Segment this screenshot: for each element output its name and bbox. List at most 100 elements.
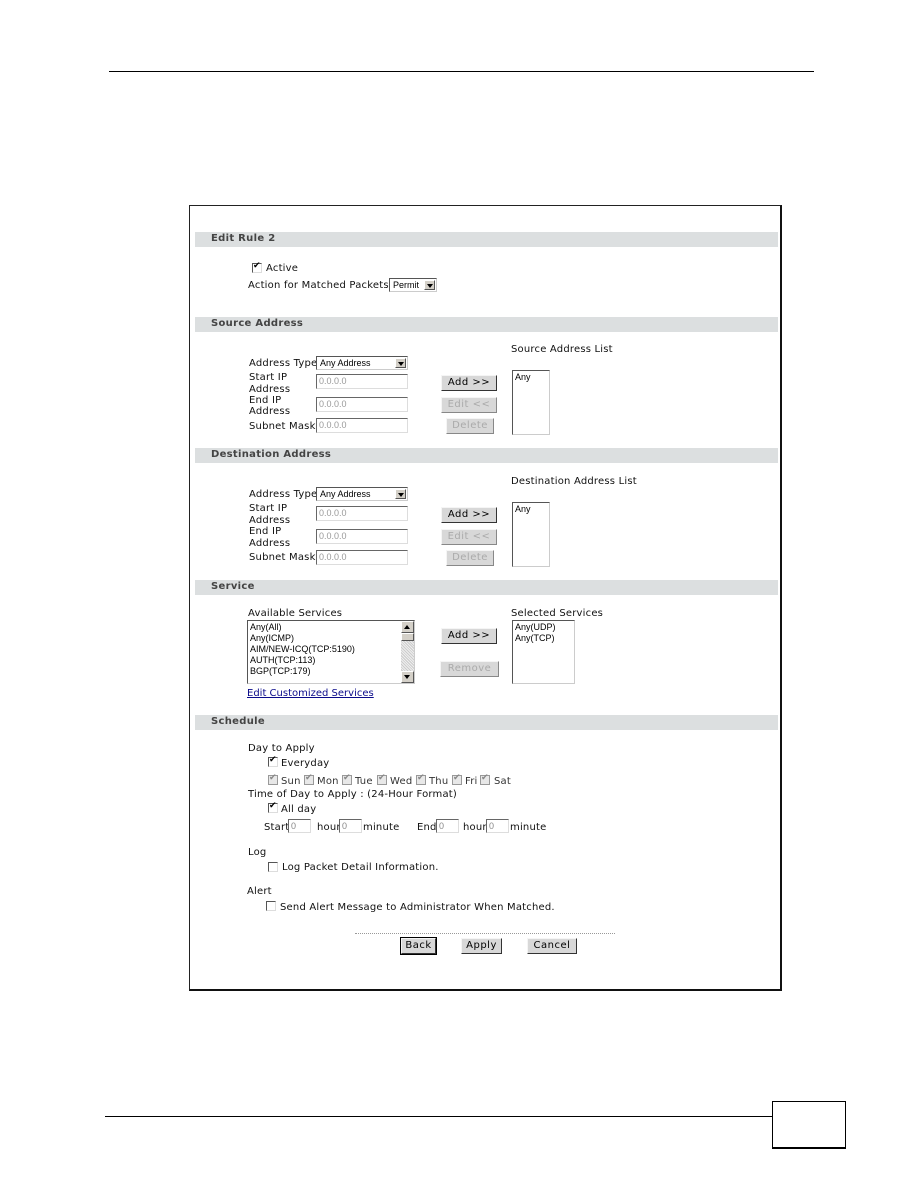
section-header-service: Service [195, 580, 778, 595]
day-label-mon: Mon [317, 776, 339, 787]
alert-checkbox[interactable] [266, 901, 276, 911]
destination-end-ip-label-2: Address [249, 538, 291, 549]
source-address-type-select[interactable]: Any Address [316, 356, 408, 370]
source-edit-button[interactable]: Edit << [441, 397, 497, 413]
destination-address-type-select[interactable]: Any Address [316, 487, 408, 501]
allday-label: All day [281, 804, 317, 815]
available-services-list[interactable]: Any(All) Any(ICMP) AIM/NEW-ICQ(TCP:5190)… [247, 620, 415, 684]
start-hour-input[interactable]: 0 [288, 819, 311, 833]
destination-address-type-label: Address Type [249, 489, 318, 500]
day-label-fri: Fri [465, 776, 478, 787]
end-hour-label: hour [463, 822, 487, 833]
end-minute-input[interactable]: 0 [486, 819, 509, 833]
day-checkbox-sun[interactable] [268, 773, 278, 785]
end-hour-input[interactable]: 0 [436, 819, 459, 833]
section-title: Source Address [211, 318, 304, 329]
section-title: Schedule [211, 716, 265, 727]
destination-end-ip-input[interactable]: 0.0.0.0 [316, 529, 408, 544]
service-add-button[interactable]: Add >> [441, 628, 497, 644]
source-delete-button[interactable]: Delete [446, 418, 494, 434]
list-item[interactable]: Any(TCP) [515, 633, 572, 644]
list-item[interactable]: Any [515, 372, 547, 383]
destination-end-ip-label: End IP [249, 526, 282, 537]
source-end-ip-label-2: Address [249, 406, 291, 417]
selected-services-list[interactable]: Any(UDP) Any(TCP) [512, 620, 575, 684]
scroll-down-icon[interactable] [401, 671, 414, 683]
section-header-edit-rule: Edit Rule 2 [195, 232, 778, 247]
scrollbar[interactable] [401, 621, 414, 683]
action-select[interactable]: Permit [389, 278, 437, 292]
list-item[interactable]: Any(All) [250, 622, 399, 633]
day-checkbox-mon[interactable] [304, 773, 314, 785]
start-minute-label: minute [363, 822, 400, 833]
day-checkbox-fri[interactable] [452, 773, 462, 785]
log-checkbox[interactable] [268, 862, 278, 872]
day-checkbox-tue[interactable] [342, 773, 352, 785]
everyday-checkbox[interactable] [268, 755, 278, 767]
chevron-down-icon [395, 489, 406, 499]
page-footer-rule [105, 1116, 773, 1117]
destination-address-type-value: Any Address [320, 489, 371, 499]
destination-address-list[interactable]: Any [512, 502, 550, 567]
action-label: Action for Matched Packets: [248, 280, 393, 291]
list-item[interactable]: Any(ICMP) [250, 633, 399, 644]
log-option-label: Log Packet Detail Information. [282, 862, 439, 873]
list-item[interactable]: AUTH(TCP:113) [250, 655, 399, 666]
source-subnet-input[interactable]: 0.0.0.0 [316, 418, 408, 433]
destination-list-label: Destination Address List [511, 476, 637, 487]
source-add-button[interactable]: Add >> [441, 375, 497, 391]
source-list-label: Source Address List [511, 344, 613, 355]
allday-checkbox[interactable] [268, 801, 278, 813]
apply-button[interactable]: Apply [461, 938, 502, 954]
scroll-thumb[interactable] [401, 633, 414, 641]
list-item[interactable]: BGP(TCP:179) [250, 666, 399, 677]
destination-subnet-input[interactable]: 0.0.0.0 [316, 550, 408, 565]
active-checkbox[interactable] [252, 261, 262, 273]
service-remove-button[interactable]: Remove [440, 661, 499, 677]
edit-rule-screen: Edit Rule 2 Active Action for Matched Pa… [189, 205, 782, 991]
source-address-type-value: Any Address [320, 358, 371, 368]
day-label-wed: Wed [390, 776, 413, 787]
day-checkbox-thu[interactable] [416, 773, 426, 785]
source-subnet-label: Subnet Mask [249, 421, 316, 432]
source-start-ip-input[interactable]: 0.0.0.0 [316, 374, 408, 389]
day-label-tue: Tue [355, 776, 373, 787]
list-item[interactable]: AIM/NEW-ICQ(TCP:5190) [250, 644, 399, 655]
cancel-button[interactable]: Cancel [527, 938, 577, 954]
section-header-source-address: Source Address [195, 317, 778, 332]
section-header-schedule: Schedule [195, 715, 778, 730]
end-label: End [417, 822, 437, 833]
source-end-ip-input[interactable]: 0.0.0.0 [316, 397, 408, 412]
time-of-day-label: Time of Day to Apply : (24-Hour Format) [248, 789, 458, 800]
chevron-down-icon [424, 280, 435, 290]
destination-start-ip-input[interactable]: 0.0.0.0 [316, 506, 408, 521]
day-checkbox-sat[interactable] [480, 773, 490, 785]
log-label: Log [248, 847, 267, 858]
start-hour-label: hour [317, 822, 341, 833]
section-title: Destination Address [211, 449, 332, 460]
end-minute-label: minute [510, 822, 547, 833]
alert-option-label: Send Alert Message to Administrator When… [280, 902, 555, 913]
alert-label: Alert [247, 886, 272, 897]
start-minute-input[interactable]: 0 [339, 819, 362, 833]
destination-edit-button[interactable]: Edit << [441, 529, 497, 545]
edit-customized-services-link[interactable]: Edit Customized Services [247, 688, 374, 699]
list-item[interactable]: Any(UDP) [515, 622, 572, 633]
source-start-ip-label-2: Address [249, 384, 291, 395]
page-header-rule [109, 71, 814, 72]
list-item[interactable]: Any [515, 504, 547, 515]
separator [355, 933, 615, 934]
destination-start-ip-label: Start IP [249, 503, 288, 514]
chevron-down-icon [395, 358, 406, 368]
action-select-value: Permit [393, 280, 420, 290]
section-header-destination-address: Destination Address [195, 448, 778, 463]
source-address-type-label: Address Type [249, 358, 318, 369]
back-button[interactable]: Back [400, 937, 437, 955]
source-address-list[interactable]: Any [512, 370, 550, 435]
destination-delete-button[interactable]: Delete [446, 550, 494, 566]
day-to-apply-label: Day to Apply [248, 743, 315, 754]
day-checkbox-wed[interactable] [377, 773, 387, 785]
destination-add-button[interactable]: Add >> [441, 507, 497, 523]
scroll-up-icon[interactable] [401, 621, 414, 633]
destination-start-ip-label-2: Address [249, 515, 291, 526]
